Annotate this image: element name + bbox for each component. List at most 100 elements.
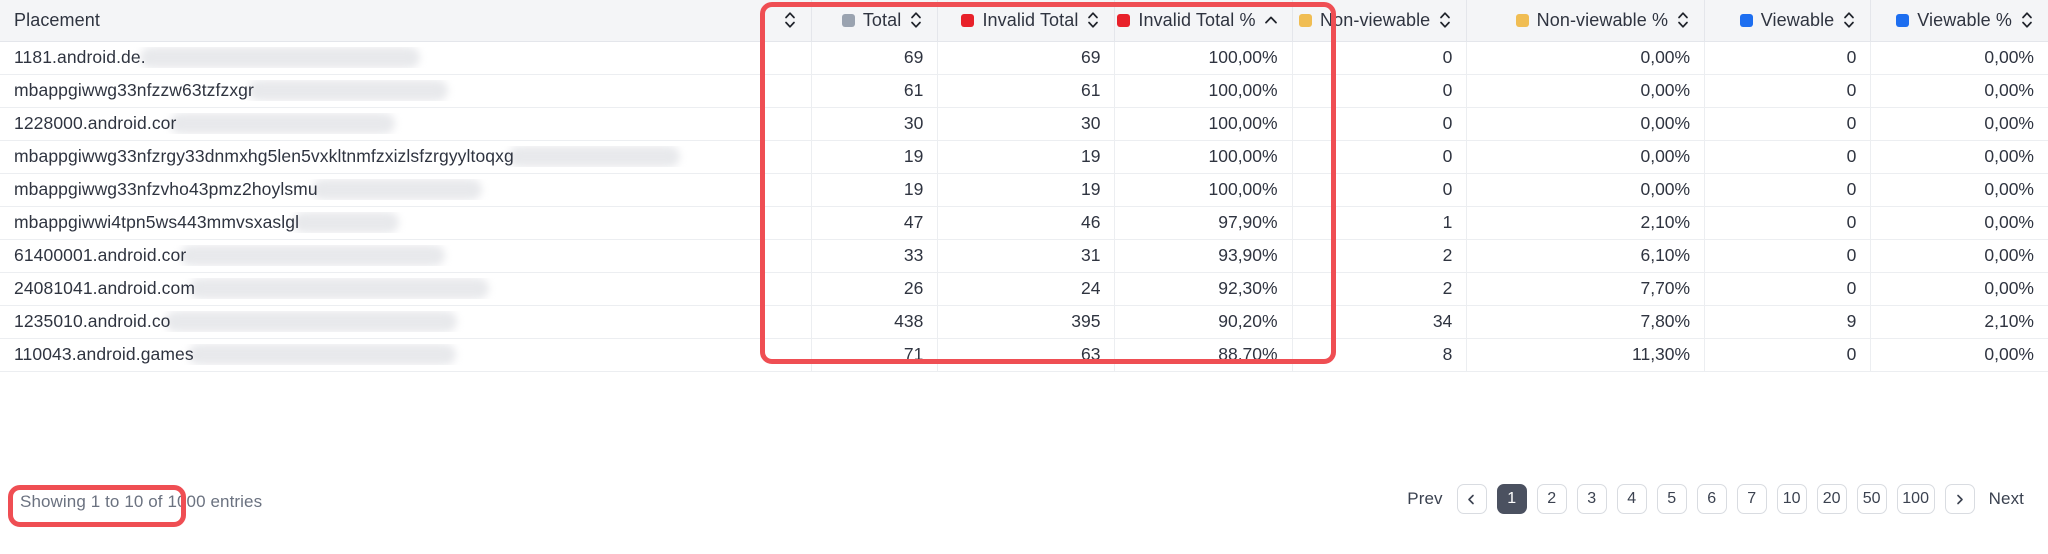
cell-viewable: 0 <box>1704 272 1872 306</box>
legend-swatch-invalid_pct <box>1117 13 1131 27</box>
cell-nonviewable: 0 <box>1292 107 1468 141</box>
pagination-next-label[interactable]: Next <box>1985 489 2028 509</box>
cell-viewable: 0 <box>1704 140 1872 174</box>
column-header-viewable_pct[interactable]: Viewable % <box>1870 0 2048 42</box>
cell-total: 47 <box>811 206 939 240</box>
cell-nonviewable_pct: 7,70% <box>1466 272 1706 306</box>
cell-total: 71 <box>811 338 939 372</box>
table-row[interactable]: 61400001.android.cor 33 31 93,90% 2 6,10% 0 0,0… <box>0 239 2048 273</box>
table-footer: Showing 1 to 10 of 1000 entries Prev 1 2 3 4… <box>0 462 2048 554</box>
cell-placement: 1235010.android.co <box>0 305 813 339</box>
cell-nonviewable: 8 <box>1292 338 1468 372</box>
cell-placement: mbappgiwwg33nfzzw63tzfzxgr <box>0 74 813 108</box>
table-row[interactable]: 1181.android.de. 69 69 100,00% 0 0,00% 0 0,00% <box>0 41 2048 75</box>
column-header-label: Viewable <box>1760 10 1835 31</box>
table-row[interactable]: 1235010.android.co 438 395 90,20% 34 7,80% 9 2,… <box>0 305 2048 339</box>
column-header-invalid_pct[interactable]: Invalid Total % <box>1114 0 1293 42</box>
pagination-next-button[interactable] <box>1944 484 1975 514</box>
pagination-page-2[interactable]: 2 <box>1536 484 1567 514</box>
legend-swatch-viewable <box>1739 13 1753 27</box>
placement-name: mbappgiwwg33nfzzw63tzfzxgr <box>14 80 254 100</box>
table-row[interactable]: mbappgiwwg33nfzvho43pmz2hoylsmu 19 19 100,0… <box>0 173 2048 207</box>
column-header-label: Invalid Total <box>982 10 1079 31</box>
cell-invalid_pct: 97,90% <box>1114 206 1293 240</box>
table-row[interactable]: 110043.android.games 71 63 88,70% 8 11,30% 0 0,… <box>0 338 2048 372</box>
cell-invalid_total: 30 <box>937 107 1116 141</box>
column-header-placement[interactable]: Placement <box>0 0 813 42</box>
redaction-blur <box>189 278 490 299</box>
cell-placement: 1181.android.de. <box>0 41 813 75</box>
redaction-blur <box>247 80 448 101</box>
pagination-page-20[interactable]: 20 <box>1816 484 1847 514</box>
cell-placement: 61400001.android.cor <box>0 239 813 273</box>
cell-viewable: 9 <box>1704 305 1872 339</box>
sort-toggle-icon[interactable] <box>783 9 797 31</box>
column-header-nonviewable_pct[interactable]: Non-viewable % <box>1466 0 1706 42</box>
column-header-label: Non-viewable <box>1320 10 1431 31</box>
table-row[interactable]: mbappgiwwg33nfzzw63tzfzxgr 61 61 100,00% 0 0,… <box>0 74 2048 108</box>
sort-toggle-icon[interactable] <box>1842 9 1856 31</box>
legend-swatch-total <box>841 13 855 27</box>
cell-nonviewable: 0 <box>1292 41 1468 75</box>
sort-toggle-icon[interactable] <box>1676 9 1690 31</box>
sort-toggle-icon[interactable] <box>2020 9 2034 31</box>
sort-toggle-icon[interactable] <box>1438 9 1452 31</box>
placement-name: 1228000.android.cor <box>14 113 177 133</box>
pagination-page-6[interactable]: 6 <box>1696 484 1727 514</box>
table-row[interactable]: 1228000.android.cor 30 30 100,00% 0 0,00% 0 0,0… <box>0 107 2048 141</box>
placement-name: 1235010.android.co <box>14 311 171 331</box>
cell-total: 26 <box>811 272 939 306</box>
table-row[interactable]: 24081041.android.com 26 24 92,30% 2 7,70% 0 0,0… <box>0 272 2048 306</box>
column-header-invalid_total[interactable]: Invalid Total <box>937 0 1116 42</box>
cell-invalid_pct: 92,30% <box>1114 272 1293 306</box>
pagination-page-5[interactable]: 5 <box>1656 484 1687 514</box>
sort-toggle-icon[interactable] <box>1086 9 1100 31</box>
pagination-page-1[interactable]: 1 <box>1496 484 1527 514</box>
cell-viewable: 0 <box>1704 338 1872 372</box>
cell-viewable: 0 <box>1704 41 1872 75</box>
pagination-page-7[interactable]: 7 <box>1736 484 1767 514</box>
cell-total: 30 <box>811 107 939 141</box>
pagination-page-3[interactable]: 3 <box>1576 484 1607 514</box>
cell-nonviewable_pct: 0,00% <box>1466 74 1706 108</box>
cell-invalid_total: 395 <box>937 305 1116 339</box>
table-body: 1181.android.de. 69 69 100,00% 0 0,00% 0 0,00% m… <box>0 41 2048 372</box>
pagination-page-50[interactable]: 50 <box>1856 484 1887 514</box>
placement-name: 110043.android.games <box>14 344 194 364</box>
column-header-label: Placement <box>14 10 100 31</box>
cell-viewable_pct: 0,00% <box>1870 107 2048 141</box>
column-header-nonviewable[interactable]: Non-viewable <box>1292 0 1468 42</box>
cell-invalid_total: 61 <box>937 74 1116 108</box>
placement-report-screen: Placement Total Invalid Total Invalid Total… <box>0 0 2048 554</box>
table-row[interactable]: mbappgiwwg33nfzrgy33dnmxhg5len5vxkltnmfz… <box>0 140 2048 174</box>
pagination-prev-label[interactable]: Prev <box>1403 489 1446 509</box>
cell-total: 19 <box>811 173 939 207</box>
cell-invalid_total: 24 <box>937 272 1116 306</box>
pagination-page-4[interactable]: 4 <box>1616 484 1647 514</box>
sort-toggle-icon[interactable] <box>909 9 923 31</box>
cell-invalid_total: 19 <box>937 173 1116 207</box>
cell-nonviewable: 0 <box>1292 74 1468 108</box>
cell-invalid_pct: 100,00% <box>1114 74 1293 108</box>
cell-invalid_pct: 100,00% <box>1114 107 1293 141</box>
column-header-label: Viewable % <box>1917 10 2012 31</box>
pagination-page-100[interactable]: 100 <box>1896 484 1935 514</box>
cell-invalid_pct: 90,20% <box>1114 305 1293 339</box>
sort-ascending-icon[interactable] <box>1264 13 1278 27</box>
cell-viewable_pct: 0,00% <box>1870 338 2048 372</box>
column-header-viewable[interactable]: Viewable <box>1704 0 1872 42</box>
cell-invalid_pct: 100,00% <box>1114 41 1293 75</box>
cell-viewable_pct: 0,00% <box>1870 74 2048 108</box>
entries-summary: Showing 1 to 10 of 1000 entries <box>20 492 263 511</box>
pagination: Prev 1 2 3 4 5 6 7 10 20 50 100 Next <box>1403 484 2028 514</box>
cell-total: 61 <box>811 74 939 108</box>
cell-nonviewable_pct: 11,30% <box>1466 338 1706 372</box>
column-header-total[interactable]: Total <box>811 0 939 42</box>
redaction-blur <box>187 344 456 365</box>
pagination-prev-button[interactable] <box>1456 484 1487 514</box>
pagination-page-10[interactable]: 10 <box>1776 484 1807 514</box>
cell-invalid_total: 19 <box>937 140 1116 174</box>
table-row[interactable]: mbappgiwwi4tpn5ws443mmvsxaslgl 47 46 97,90%… <box>0 206 2048 240</box>
cell-invalid_total: 46 <box>937 206 1116 240</box>
cell-invalid_pct: 93,90% <box>1114 239 1293 273</box>
